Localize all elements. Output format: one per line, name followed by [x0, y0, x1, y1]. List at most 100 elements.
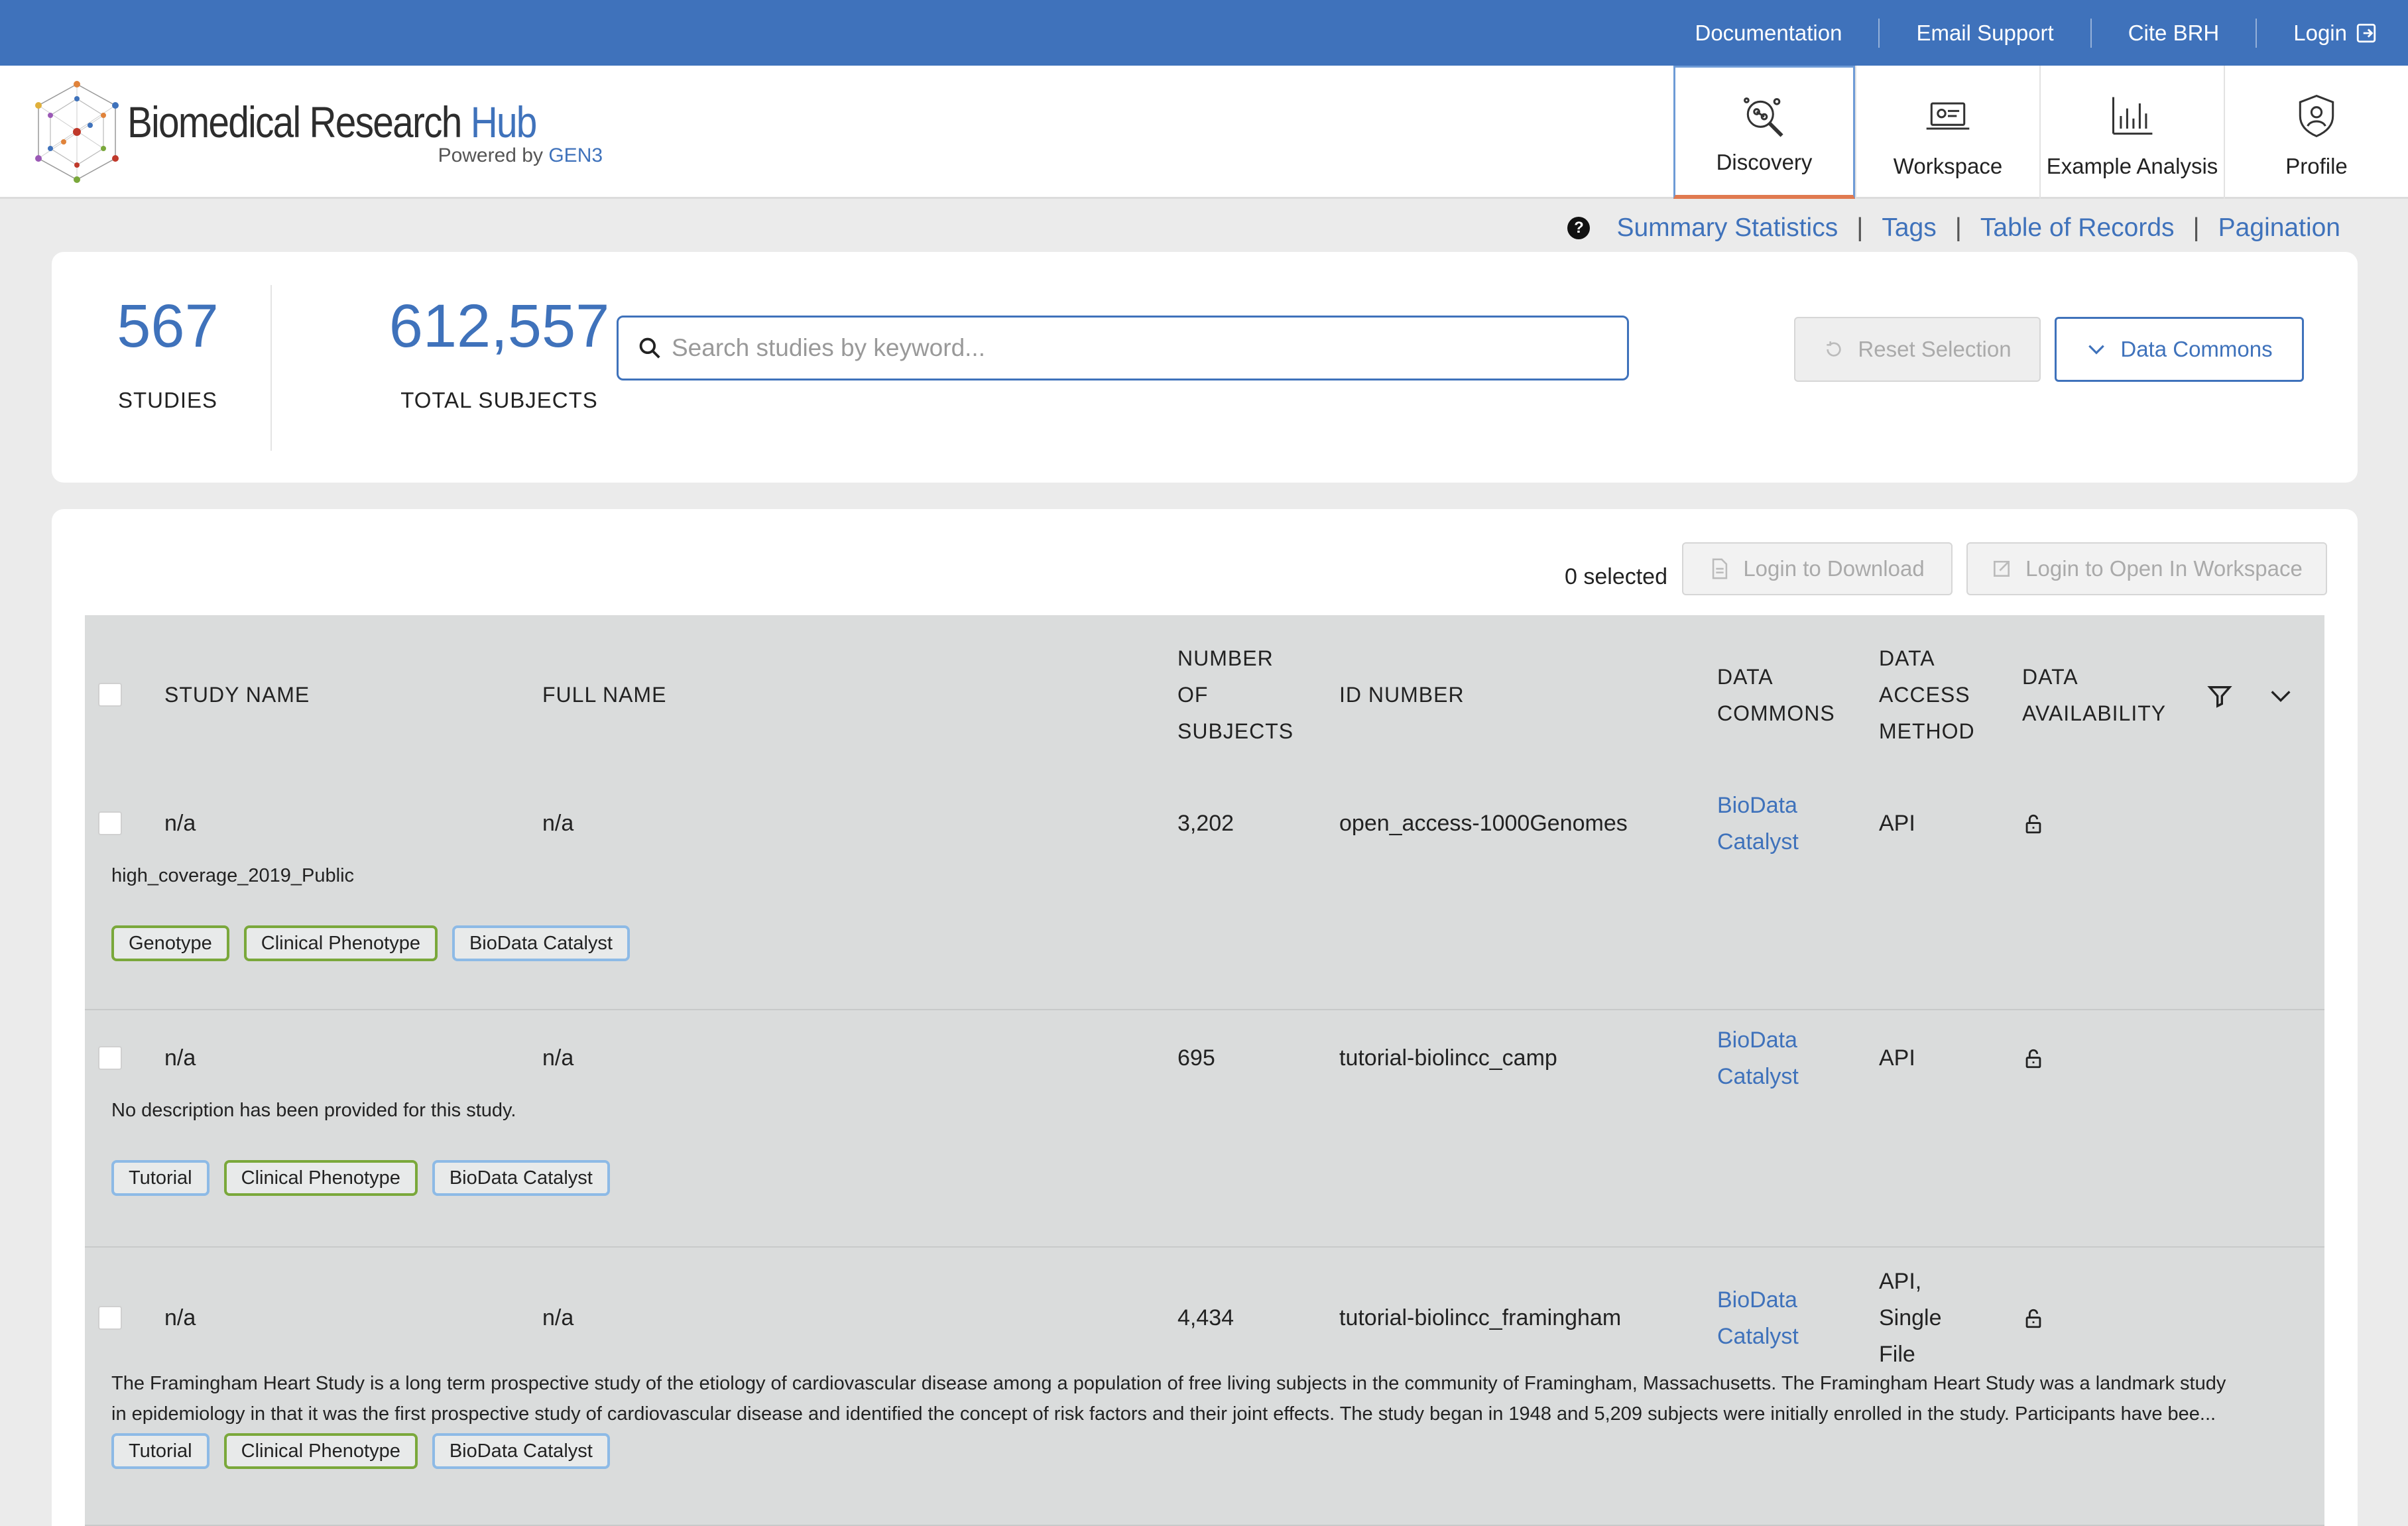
logo-text: Biomedical Research Hub Powered by GEN3 — [127, 97, 603, 167]
full-name: n/a — [542, 1305, 574, 1330]
profile-shield-icon — [2299, 94, 2334, 138]
link-separator: | — [1856, 213, 1864, 242]
tag-genotype[interactable]: Genotype — [111, 925, 229, 961]
number-of-subjects: 3,202 — [1177, 811, 1234, 836]
row-checkbox[interactable] — [98, 811, 122, 835]
col-id-number[interactable]: ID NUMBER — [1339, 677, 1465, 713]
commons-line1: BioData — [1717, 1027, 1797, 1053]
nav-tab-workspace[interactable]: Workspace — [1855, 66, 2039, 199]
table-row[interactable]: n/a n/a 3,202 open_access-1000Genomes Bi… — [85, 774, 2324, 1010]
table-of-records-link[interactable]: Table of Records — [1980, 213, 2175, 243]
tag-biodata-catalyst[interactable]: BioData Catalyst — [452, 925, 630, 961]
reset-selection-button[interactable]: Reset Selection — [1794, 317, 2041, 382]
tag-clinical-phenotype[interactable]: Clinical Phenotype — [243, 925, 438, 961]
table-row[interactable]: n/a n/a 4,434 tutorial-biolincc_framingh… — [85, 1248, 2324, 1526]
data-commons-link[interactable]: BioData Catalyst — [1717, 1022, 1799, 1095]
tag-list: Tutorial Clinical Phenotype BioData Cata… — [111, 1433, 610, 1469]
col-availability-line1: DATA — [2022, 665, 2078, 689]
nav-tab-discovery-label: Discovery — [1716, 150, 1813, 174]
data-commons-link[interactable]: BioData Catalyst — [1717, 788, 1799, 860]
id-number: tutorial-biolincc_framingham — [1339, 1305, 1622, 1330]
row-checkbox[interactable] — [98, 1046, 122, 1070]
nav-tab-example-analysis[interactable]: Example Analysis — [2039, 66, 2224, 199]
logo-title-main: Biomedical Research — [127, 97, 462, 147]
nav-tab-profile[interactable]: Profile — [2224, 66, 2408, 199]
select-all-checkbox[interactable] — [98, 683, 122, 707]
top-utility-bar: Documentation Email Support Cite BRH Log… — [0, 0, 2408, 66]
nav-tab-discovery[interactable]: Discovery — [1673, 66, 1855, 199]
gen3-brand: GEN3 — [548, 145, 603, 166]
nav-tab-workspace-label: Workspace — [1893, 154, 2003, 178]
tag-list: Tutorial Clinical Phenotype BioData Cata… — [111, 1160, 610, 1196]
documentation-link[interactable]: Documentation — [1658, 18, 1880, 48]
login-to-download-label: Login to Download — [1743, 556, 1925, 581]
filter-icon[interactable] — [2206, 683, 2233, 709]
export-icon — [1994, 561, 2010, 577]
studies-count: 567 — [117, 292, 219, 360]
summary-statistics-link[interactable]: Summary Statistics — [1616, 213, 1838, 243]
tag-tutorial[interactable]: Tutorial — [111, 1160, 210, 1196]
col-commons-line2: COMMONS — [1717, 701, 1835, 725]
study-description: high_coverage_2019_Public — [111, 865, 355, 886]
pagination-link[interactable]: Pagination — [2218, 213, 2340, 243]
logo-title-hub: Hub — [470, 97, 538, 147]
col-availability-line2: AVAILABILITY — [2022, 701, 2167, 725]
access-method: API — [1879, 1045, 1915, 1071]
search-icon — [639, 337, 660, 359]
col-data-availability[interactable]: DATA AVAILABILITY — [2022, 659, 2166, 732]
access-line2: Single — [1879, 1305, 1942, 1330]
search-input[interactable] — [672, 334, 1600, 362]
col-study-name[interactable]: STUDY NAME — [164, 677, 310, 713]
login-to-download-button[interactable]: Login to Download — [1682, 542, 1953, 595]
tag-clinical-phenotype[interactable]: Clinical Phenotype — [223, 1160, 418, 1196]
study-description: The Framingham Heart Study is a long ter… — [111, 1368, 2306, 1429]
logo-title: Biomedical Research Hub — [127, 97, 538, 147]
tag-clinical-phenotype[interactable]: Clinical Phenotype — [223, 1433, 418, 1469]
tag-list: Genotype Clinical Phenotype BioData Cata… — [111, 925, 630, 961]
access-line1: API, — [1879, 1269, 1922, 1294]
search-box — [617, 316, 1629, 381]
help-icon[interactable]: ? — [1567, 217, 1591, 239]
site-logo[interactable]: Biomedical Research Hub Powered by GEN3 — [30, 79, 603, 185]
full-name: n/a — [542, 1045, 574, 1071]
table-row[interactable]: n/a n/a 695 tutorial-biolincc_camp BioDa… — [85, 1010, 2324, 1248]
tag-tutorial[interactable]: Tutorial — [111, 1433, 210, 1469]
reset-selection-label: Reset Selection — [1858, 337, 2012, 361]
col-data-access-method[interactable]: DATA ACCESS METHOD — [1879, 640, 1975, 750]
link-separator: | — [1955, 213, 1962, 242]
analysis-chart-icon — [2112, 97, 2153, 135]
expand-chevron-icon[interactable] — [2267, 683, 2294, 709]
study-description: No description has been provided for thi… — [111, 1100, 516, 1121]
col-commons-line1: DATA — [1717, 665, 1774, 689]
col-number-of-subjects[interactable]: NUMBER OF SUBJECTS — [1177, 640, 1294, 750]
col-data-commons[interactable]: DATA COMMONS — [1717, 659, 1835, 732]
login-link[interactable]: Login — [2257, 19, 2378, 48]
description-line1: The Framingham Heart Study is a long ter… — [111, 1373, 2226, 1394]
cite-brh-link[interactable]: Cite BRH — [2092, 18, 2258, 48]
tag-biodata-catalyst[interactable]: BioData Catalyst — [432, 1160, 610, 1196]
login-to-open-workspace-button[interactable]: Login to Open In Workspace — [1966, 542, 2327, 595]
study-name: n/a — [164, 1305, 196, 1330]
data-commons-button[interactable]: Data Commons — [2055, 317, 2304, 382]
number-of-subjects: 4,434 — [1177, 1305, 1234, 1330]
unlock-icon — [2025, 1309, 2041, 1328]
tag-biodata-catalyst[interactable]: BioData Catalyst — [432, 1433, 610, 1469]
undo-icon — [1827, 341, 1842, 357]
commons-line2: Catalyst — [1717, 1064, 1799, 1089]
subjects-label: TOTAL SUBJECTS — [400, 388, 598, 412]
col-access-line2: ACCESS — [1879, 683, 1970, 707]
col-subjects-line3: SUBJECTS — [1177, 719, 1294, 743]
data-commons-link[interactable]: BioData Catalyst — [1717, 1282, 1799, 1355]
study-name: n/a — [164, 1045, 196, 1071]
row-checkbox[interactable] — [98, 1306, 122, 1330]
selected-count: 0 selected — [1565, 564, 1667, 589]
table-header: STUDY NAME FULL NAME NUMBER OF SUBJECTS … — [85, 615, 2324, 774]
col-full-name[interactable]: FULL NAME — [542, 677, 666, 713]
file-icon — [1713, 558, 1728, 579]
col-access-line3: METHOD — [1879, 719, 1975, 743]
id-number: open_access-1000Genomes — [1339, 811, 1628, 836]
study-name: n/a — [164, 811, 196, 836]
tags-link[interactable]: Tags — [1882, 213, 1936, 243]
email-support-link[interactable]: Email Support — [1880, 18, 2092, 48]
access-line3: File — [1879, 1342, 1915, 1367]
